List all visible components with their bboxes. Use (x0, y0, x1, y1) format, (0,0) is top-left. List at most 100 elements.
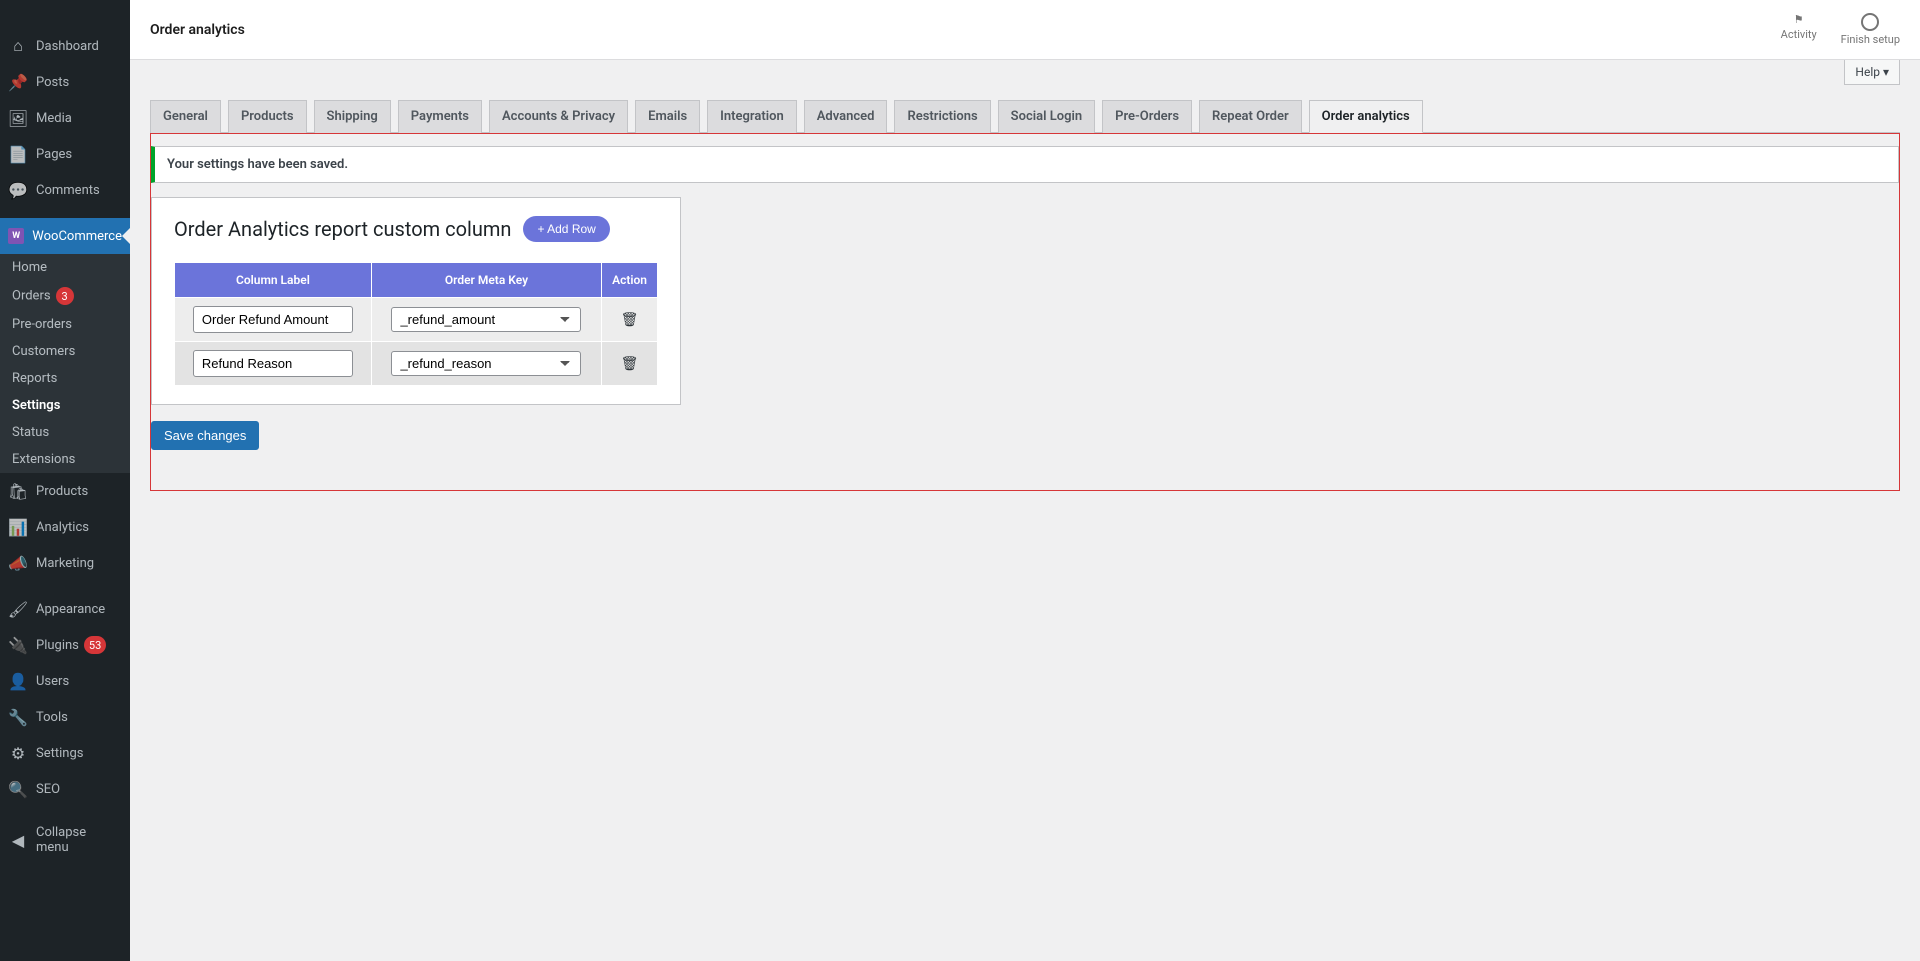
tab-payments[interactable]: Payments (398, 100, 482, 133)
media-icon: 🖼 (8, 108, 28, 128)
users-icon: 👤 (8, 671, 28, 691)
submenu-item-label: Reports (12, 371, 57, 386)
sidebar-item-users[interactable]: 👤 Users (0, 663, 130, 699)
trash-icon[interactable]: 🗑 (621, 312, 639, 328)
tab-general[interactable]: General (150, 100, 221, 133)
settings-tabs: GeneralProductsShippingPaymentsAccounts … (150, 100, 1900, 133)
comments-icon: 💬 (8, 180, 28, 200)
tab-accounts-privacy[interactable]: Accounts & Privacy (489, 100, 628, 133)
tab-shipping[interactable]: Shipping (314, 100, 391, 133)
activity-button[interactable]: ⚑ Activity (1781, 13, 1817, 46)
help-tab[interactable]: Help ▾ (1844, 60, 1900, 85)
custom-columns-table: Column Label Order Meta Key Action _refu… (174, 262, 658, 386)
submenu-item-status[interactable]: Status (0, 419, 130, 446)
products-icon: 🛍 (8, 481, 28, 501)
submenu-item-label: Status (12, 425, 49, 440)
tab-social-login[interactable]: Social Login (998, 100, 1095, 133)
pages-icon: 📄 (8, 144, 28, 164)
page-title: Order analytics (150, 22, 245, 38)
sidebar-item-woocommerce[interactable]: W WooCommerce (0, 218, 130, 254)
sidebar-item-dashboard[interactable]: ⌂Dashboard (0, 28, 130, 64)
admin-sidebar: ⌂Dashboard📌Posts 🖼 Media 📄 Pages 💬 Comments W Wo… (0, 0, 130, 961)
sidebar-item-settings[interactable]: ⚙ Settings (0, 735, 130, 771)
tab-pre-orders[interactable]: Pre-Orders (1102, 100, 1192, 133)
submenu-item-extensions[interactable]: Extensions (0, 446, 130, 473)
th-meta-key: Order Meta Key (371, 263, 601, 298)
sidebar-item-label: Comments (36, 183, 100, 198)
sidebar-item-label: Plugins (36, 638, 79, 653)
th-column-label: Column Label (175, 263, 372, 298)
flag-icon: ⚑ (1794, 13, 1804, 26)
finish-setup-label: Finish setup (1841, 33, 1900, 46)
sidebar-item-collapse[interactable]: ◀Collapse menu (0, 817, 130, 863)
submenu-item-home[interactable]: Home (0, 254, 130, 281)
tab-products[interactable]: Products (228, 100, 307, 133)
meta-key-select[interactable]: _refund_amount (391, 307, 581, 332)
sidebar-item-label: Media (36, 111, 72, 126)
submenu-item-settings[interactable]: Settings (0, 392, 130, 419)
sidebar-item-marketing[interactable]: 📣Marketing (0, 545, 130, 581)
tab-advanced[interactable]: Advanced (804, 100, 888, 133)
sidebar-item-seo[interactable]: 🔍 SEO (0, 771, 130, 807)
sidebar-item-pages[interactable]: 📄 Pages (0, 136, 130, 172)
topbar: Order analytics ⚑ Activity Finish setup (130, 0, 1920, 60)
badge: 3 (56, 287, 74, 305)
woocommerce-submenu: Home Orders3 Pre-orders Customers Reports Set… (0, 254, 130, 473)
sidebar-item-label: Pages (36, 147, 72, 162)
column-label-input[interactable] (193, 306, 353, 333)
woocommerce-icon: W (8, 226, 24, 246)
sidebar-item-analytics[interactable]: 📊 Analytics (0, 509, 130, 545)
submenu-item-label: Pre-orders (12, 317, 72, 332)
sidebar-item-label: Dashboard (36, 39, 99, 54)
submenu-item-label: Home (12, 260, 47, 275)
sidebar-item-media[interactable]: 🖼 Media (0, 100, 130, 136)
tab-emails[interactable]: Emails (635, 100, 700, 133)
submenu-item-reports[interactable]: Reports (0, 365, 130, 392)
sidebar-item-products[interactable]: 🛍Products (0, 473, 130, 509)
plugins-icon: 🔌 (8, 635, 28, 655)
sidebar-item-label: Settings (36, 746, 83, 761)
sidebar-item-label: Marketing (36, 556, 94, 571)
submenu-item-preorders[interactable]: Pre-orders (0, 311, 130, 338)
sidebar-item-appearance[interactable]: 🖌Appearance (0, 591, 130, 627)
sidebar-item-tools[interactable]: 🔧 Tools (0, 699, 130, 735)
finish-setup-button[interactable]: Finish setup (1841, 13, 1900, 46)
custom-column-card: Order Analytics report custom column + A… (151, 197, 681, 405)
activity-label: Activity (1781, 28, 1817, 41)
main-area: Order analytics ⚑ Activity Finish setup … (130, 0, 1920, 961)
badge: 53 (84, 636, 106, 654)
sidebar-item-plugins[interactable]: 🔌 Plugins 53 (0, 627, 130, 663)
sidebar-item-label: SEO (36, 782, 60, 797)
tab-repeat-order[interactable]: Repeat Order (1199, 100, 1302, 133)
submenu-item-label: Extensions (12, 452, 75, 467)
table-row: _refund_amount 🗑 (175, 298, 658, 342)
save-changes-button[interactable]: Save changes (151, 421, 259, 450)
tab-order-analytics[interactable]: Order analytics (1309, 100, 1423, 133)
sidebar-item-label: Analytics (36, 520, 89, 535)
column-label-input[interactable] (193, 350, 353, 377)
sidebar-item-label: Users (36, 674, 69, 689)
add-row-button[interactable]: + Add Row (523, 216, 609, 242)
content-area: Help ▾ GeneralProductsShippingPaymentsAc… (130, 60, 1920, 511)
sidebar-item-label: Tools (36, 710, 68, 725)
tab-restrictions[interactable]: Restrictions (894, 100, 990, 133)
sidebar-item-comments[interactable]: 💬 Comments (0, 172, 130, 208)
notice-text: Your settings have been saved. (167, 157, 348, 172)
sidebar-item-label: WooCommerce (32, 229, 122, 244)
tools-icon: 🔧 (8, 707, 28, 727)
trash-icon[interactable]: 🗑 (621, 356, 639, 372)
seo-icon: 🔍 (8, 779, 28, 799)
card-title: Order Analytics report custom column (174, 217, 511, 241)
appearance-icon: 🖌 (8, 599, 28, 619)
submenu-item-label: Customers (12, 344, 75, 359)
submenu-item-customers[interactable]: Customers (0, 338, 130, 365)
submenu-item-orders[interactable]: Orders3 (0, 281, 130, 311)
tab-integration[interactable]: Integration (707, 100, 797, 133)
settings-icon: ⚙ (8, 743, 28, 763)
table-row: _refund_reason 🗑 (175, 342, 658, 386)
topbar-actions: ⚑ Activity Finish setup (1781, 13, 1900, 46)
highlight-region: Your settings have been saved. Order Ana… (150, 133, 1900, 491)
meta-key-select[interactable]: _refund_reason (391, 351, 581, 376)
sidebar-item-posts[interactable]: 📌Posts (0, 64, 130, 100)
analytics-icon: 📊 (8, 517, 28, 537)
